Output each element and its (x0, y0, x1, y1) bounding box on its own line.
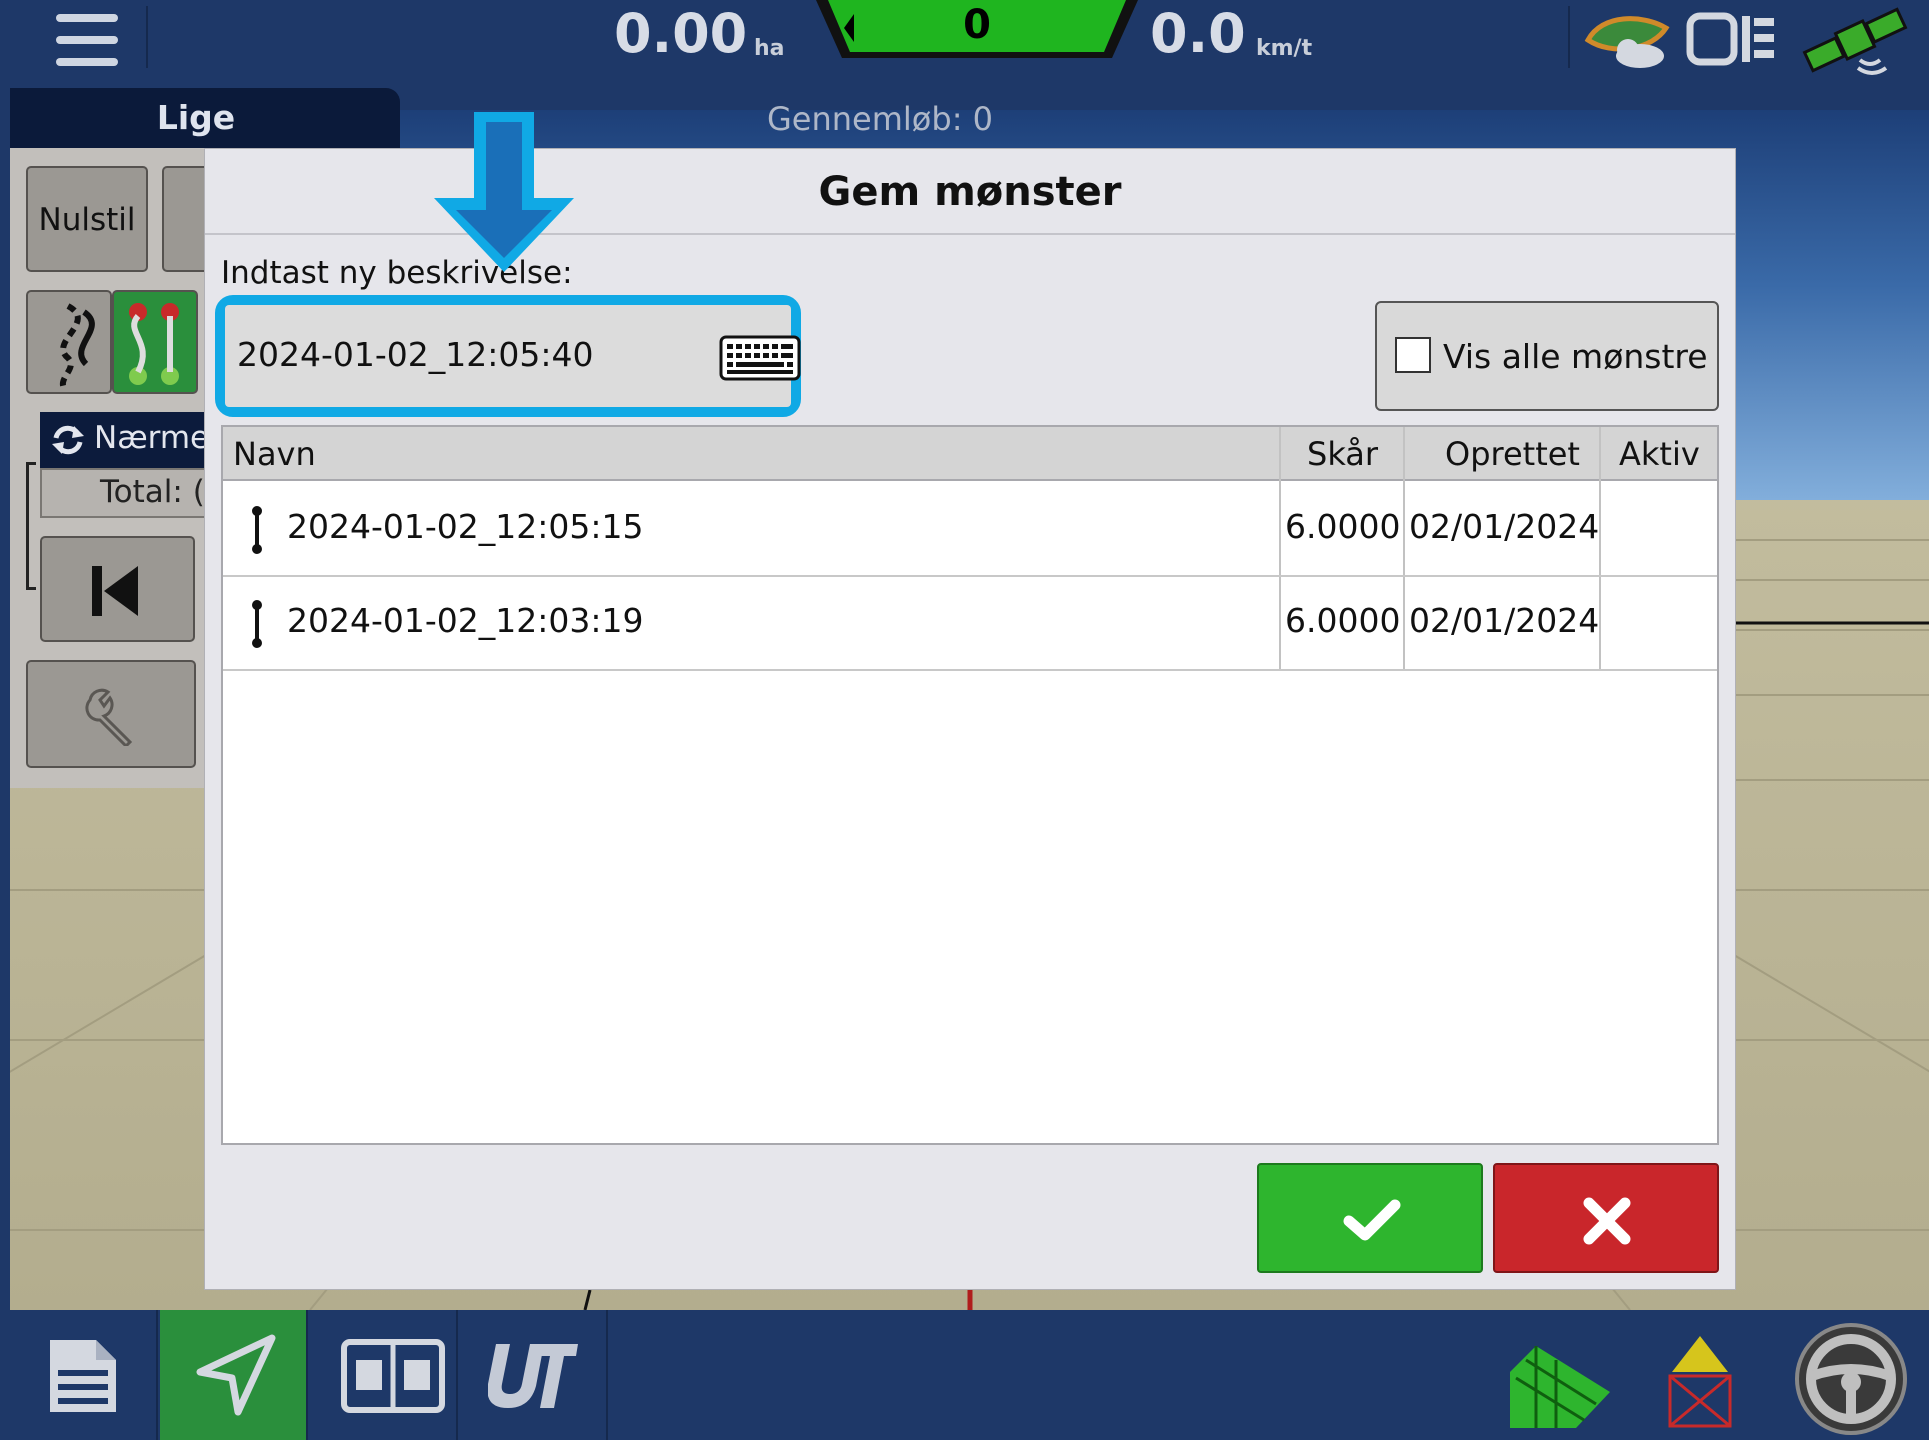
description-input-value: 2024-01-02_12:05:40 (237, 335, 594, 374)
refresh-icon (52, 425, 84, 455)
hamburger-icon-bar (56, 58, 118, 66)
ab-line-icon (252, 506, 262, 554)
tab-lige-label: Lige (156, 98, 236, 137)
down-arrow-callout-icon (434, 112, 574, 272)
navigation-arrow-icon (196, 1334, 276, 1416)
tab-lige[interactable]: Lige (10, 88, 400, 148)
guidance-map-button[interactable] (160, 1310, 308, 1440)
pattern-name: 2024-01-02_12:05:15 (287, 507, 644, 546)
table-header: Navn Skår Oprettet Aktiv (223, 427, 1717, 481)
pattern-name: 2024-01-02_12:03:19 (287, 601, 644, 640)
checkmark-icon (1343, 1199, 1401, 1241)
column-header-created[interactable]: Oprettet (1445, 435, 1580, 473)
straight-ab-icon (129, 303, 179, 385)
area-value: 0.00 (614, 2, 748, 65)
straight-pattern-button[interactable] (112, 290, 198, 394)
split-screen-button[interactable] (310, 1310, 458, 1440)
cancel-button[interactable] (1493, 1163, 1719, 1273)
patterns-table: Navn Skår Oprettet Aktiv 2024-01-02_12:0… (221, 425, 1719, 1145)
table-row[interactable]: 2024-01-02_12:05:15 6.0000 02/01/2024 (223, 483, 1717, 577)
column-header-active[interactable]: Aktiv (1619, 435, 1700, 473)
ut-icon (488, 1344, 578, 1408)
save-pattern-dialog: Gem mønster Indtast ny beskrivelse: 2024… (204, 148, 1736, 1290)
document-button[interactable] (10, 1310, 158, 1440)
field-coverage-icon[interactable] (1506, 1332, 1612, 1432)
hamburger-icon (56, 14, 118, 22)
curve-pattern-icon (59, 303, 95, 390)
skip-back-icon (92, 566, 138, 616)
steering-wheel-icon[interactable] (1792, 1320, 1910, 1438)
pattern-swath: 6.0000 (1285, 601, 1401, 640)
curve-pattern-button[interactable] (26, 290, 112, 394)
pattern-swath: 6.0000 (1285, 507, 1401, 546)
area-unit: ha (754, 36, 785, 61)
show-all-patterns-toggle[interactable]: Vis alle mønstre (1375, 301, 1719, 411)
settings-button[interactable] (26, 660, 196, 768)
passes-count: Gennemløb: 0 (767, 100, 993, 138)
pattern-created: 02/01/2024 (1409, 507, 1600, 546)
section-counter[interactable]: 0 (816, 0, 1138, 62)
x-icon (1583, 1197, 1631, 1245)
confirm-button[interactable] (1257, 1163, 1483, 1273)
ab-line-icon (252, 600, 262, 648)
total-label: Total: ( (100, 474, 205, 510)
reset-button-label: Nulstil (38, 202, 136, 238)
speed-unit: km/t (1256, 36, 1313, 61)
implement-warning-icon[interactable] (1660, 1332, 1740, 1432)
display-modules-icon[interactable] (1686, 10, 1782, 70)
total-readout: Total: ( (40, 468, 220, 518)
hamburger-icon-bar (56, 36, 118, 44)
column-header-swath[interactable]: Skår (1307, 435, 1378, 473)
split-screen-icon (341, 1339, 445, 1413)
universal-terminal-button[interactable] (460, 1310, 608, 1440)
divider (1568, 6, 1570, 68)
pattern-created: 02/01/2024 (1409, 601, 1600, 640)
keyboard-icon[interactable] (719, 335, 801, 381)
bottom-navigation (10, 1310, 1929, 1440)
counter-value: 0 (963, 2, 991, 48)
reset-button[interactable]: Nulstil (26, 166, 148, 272)
weather-cloud-icon[interactable] (1582, 10, 1672, 70)
nearest-label: Nærme (94, 420, 210, 456)
nearest-pattern-toggle[interactable]: Nærme (40, 412, 220, 468)
table-row[interactable]: 2024-01-02_12:03:19 6.0000 02/01/2024 (223, 577, 1717, 671)
menu-button[interactable] (46, 12, 122, 72)
status-bar: 0.00 ha 0 0.0 km/t (10, 0, 1929, 88)
show-all-label: Vis alle mønstre (1443, 337, 1708, 376)
speed-value: 0.0 (1150, 2, 1246, 65)
skip-back-button[interactable] (40, 536, 195, 642)
bracket (26, 462, 36, 590)
divider (146, 6, 148, 68)
gps-satellite-icon[interactable] (1800, 4, 1910, 76)
column-header-name[interactable]: Navn (233, 435, 316, 473)
description-input[interactable]: 2024-01-02_12:05:40 (225, 305, 801, 407)
wrench-icon (85, 688, 133, 746)
document-icon (50, 1340, 116, 1412)
show-all-checkbox[interactable] (1395, 337, 1431, 373)
